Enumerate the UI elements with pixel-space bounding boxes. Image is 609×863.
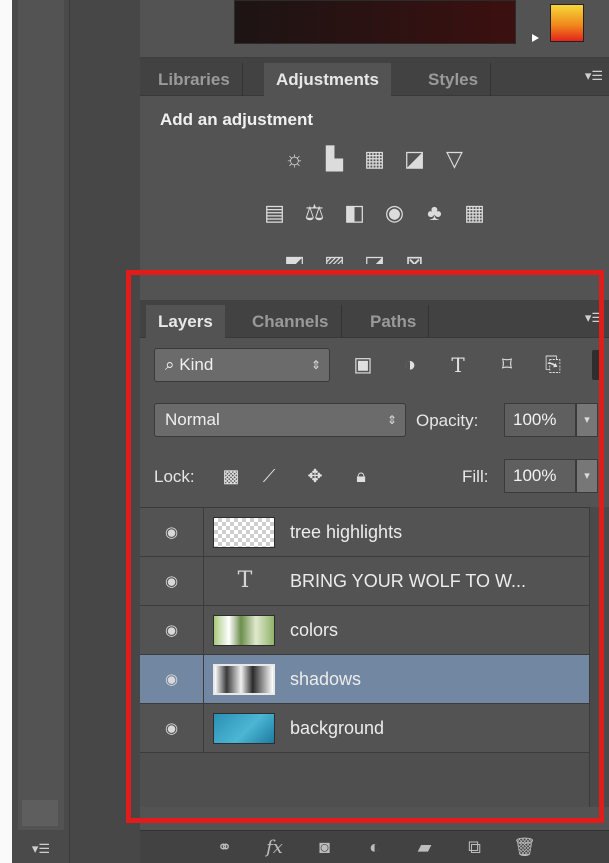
tab-channels[interactable]: Channels [240,305,342,338]
layer-row[interactable]: ◉ background [140,704,589,753]
select-arrows-icon: ⇕ [310,358,321,372]
new-layer-icon[interactable]: ⧉ [463,837,487,858]
left-dock-panel [18,0,64,830]
layer-thumbnail [213,615,275,646]
adjustments-title: Add an adjustment [160,110,314,129]
dock-gap [70,0,140,863]
filter-search-icon: ⌕ [165,355,175,374]
swatch-indicator-icon [532,34,539,42]
adjustment-filter-icon[interactable]: ◑ [395,350,425,380]
gradient-map-icon[interactable]: ▬ [440,250,470,264]
tab-paths[interactable]: Paths [358,305,430,338]
fill-input[interactable]: 100% [504,459,576,493]
photo-filter-icon[interactable]: ◉ [380,199,410,227]
left-dock-scroll-handle[interactable] [22,800,58,826]
lock-transparency-icon[interactable]: ▩ [218,463,244,489]
layer-row[interactable]: ◉ T BRING YOUR WOLF TO W... [140,557,589,606]
visibility-eye-icon[interactable]: ◉ [140,704,204,753]
opacity-input[interactable]: 100% [504,403,576,437]
threshold-icon[interactable]: ◪ [360,250,390,264]
layers-panel: Layers Channels Paths ▾☰ ⌕ Kind ⇕ ▣ ◑ T … [140,300,609,830]
layers-tabbar: Layers Channels Paths ▾☰ [140,300,609,338]
blend-mode-select[interactable]: Normal ⇕ [154,403,406,437]
visibility-eye-icon[interactable]: ◉ [140,606,204,655]
tab-layers[interactable]: Layers [146,305,225,338]
layer-name: shadows [290,669,362,689]
add-mask-icon[interactable]: ◙ [313,837,337,858]
layers-panel-menu-icon[interactable]: ▾☰ [585,310,603,326]
lock-label: Lock: [154,467,195,486]
fill-label: Fill: [462,467,489,486]
invert-icon[interactable]: ◩ [280,250,310,264]
opacity-label: Opacity: [416,411,479,430]
color-lookup-icon[interactable]: ▦ [460,199,490,227]
adjustments-tabbar: Libraries Adjustments Styles ▾☰ [140,58,609,96]
channel-mixer-icon[interactable]: ♣ [420,199,450,227]
visibility-eye-icon[interactable]: ◉ [140,508,204,557]
brightness-contrast-icon[interactable]: ☼ [280,145,310,173]
new-group-icon[interactable]: ▰ [413,837,437,858]
blend-mode-label: Normal [165,410,220,429]
layers-footer: ⚭ fx ◙ ◐ ▰ ⧉ 🗑︎ [140,830,609,863]
color-panel [140,0,609,58]
visibility-eye-icon[interactable]: ◉ [140,655,204,704]
lock-image-pixels-icon[interactable]: ⟋ [256,463,282,489]
layer-row[interactable]: ◉ colors [140,606,589,655]
layer-thumbnail [213,664,275,695]
smart-object-filter-icon[interactable]: ⎘ [538,350,568,380]
adjustments-icon-row-1: ☼ ▙ ▦ ◪ ▽ [140,145,609,173]
fx-icon[interactable]: fx [263,837,287,858]
type-layer-icon: T [237,568,253,593]
adjustment-layer-icon[interactable]: ◐ [363,837,387,858]
layer-name: background [290,718,385,738]
layer-name: tree highlights [290,522,403,542]
layer-name: colors [290,620,339,640]
layer-thumbnail [213,713,275,744]
curves-icon[interactable]: ▦ [360,145,390,173]
tab-adjustments[interactable]: Adjustments [264,63,391,96]
vibrance-icon[interactable]: ▽ [440,145,470,173]
select-arrows-icon: ⇕ [386,413,397,427]
lock-all-icon[interactable]: 🔒︎ [348,463,374,489]
left-dock [12,0,70,863]
tab-libraries[interactable]: Libraries [146,63,243,96]
filter-kind-label: Kind [179,355,214,374]
lock-position-icon[interactable]: ✥ [302,463,328,489]
visibility-eye-icon[interactable]: ◉ [140,557,204,606]
left-dock-menu-icon[interactable]: ▾☰ [14,838,68,860]
levels-icon[interactable]: ▙ [320,145,350,173]
filter-toggle-switch[interactable] [592,350,602,380]
posterize-icon[interactable]: ▨ [320,250,350,264]
layer-thumbnail [213,517,275,548]
layer-row-selected[interactable]: ◉ shadows [140,655,589,704]
layers-scrollbar[interactable] [589,507,609,807]
trash-icon[interactable]: 🗑︎ [513,837,537,858]
shape-filter-icon[interactable]: ⌑ [492,350,522,380]
link-layers-icon[interactable]: ⚭ [213,837,237,858]
layer-filter-select[interactable]: ⌕ Kind ⇕ [154,348,330,382]
layers-list: ◉ tree highlights ◉ T BRING YOUR WOLF TO… [140,507,589,807]
type-filter-icon[interactable]: T [443,350,473,380]
adjustments-panel-menu-icon[interactable]: ▾☰ [585,68,603,84]
adjustments-icon-row-3: ◩ ▨ ◪ ⊠ ▬ [140,250,609,264]
opacity-dropdown-icon[interactable]: ▾ [576,403,598,437]
layer-row[interactable]: ◉ tree highlights [140,508,589,557]
tab-styles[interactable]: Styles [416,63,492,96]
fill-dropdown-icon[interactable]: ▾ [576,459,598,493]
foreground-color-swatch[interactable] [550,4,584,42]
hue-saturation-icon[interactable]: ▤ [260,199,290,227]
selective-color-icon[interactable]: ⊠ [400,250,430,264]
right-panel-column: Libraries Adjustments Styles ▾☰ Add an a… [140,0,609,863]
adjustments-icon-row-2: ▤ ⚖ ◧ ◉ ♣ ▦ [140,199,609,227]
layer-name: BRING YOUR WOLF TO W... [290,571,527,591]
color-ramp[interactable] [234,0,516,44]
pixel-filter-icon[interactable]: ▣ [348,350,378,380]
photoshop-window: ▾☰ Libraries Adjustments Styles ▾☰ Add a… [0,0,609,863]
color-balance-icon[interactable]: ⚖ [300,199,330,227]
exposure-icon[interactable]: ◪ [400,145,430,173]
black-white-icon[interactable]: ◧ [340,199,370,227]
